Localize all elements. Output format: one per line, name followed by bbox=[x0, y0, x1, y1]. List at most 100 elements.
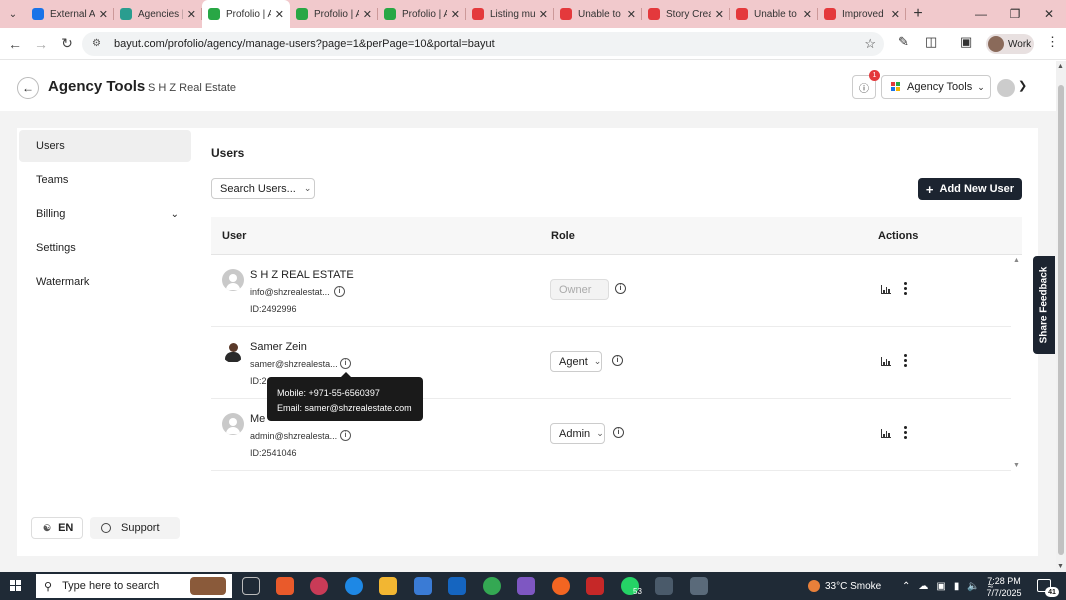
tab-close-icon[interactable]: ✕ bbox=[891, 8, 900, 21]
browser-tab[interactable]: Agencies | ✕ bbox=[114, 0, 202, 28]
bookmark-star-icon[interactable]: ☆ bbox=[864, 36, 876, 52]
share-feedback-button[interactable]: Share Feedback bbox=[1033, 256, 1055, 354]
forward-arrow-icon[interactable]: → bbox=[28, 36, 54, 52]
chrome-window-icon-2[interactable] bbox=[690, 577, 708, 595]
scrollbar-thumb[interactable] bbox=[1058, 85, 1064, 555]
network-icon[interactable]: ▣ bbox=[936, 581, 945, 592]
sidebar-item-teams[interactable]: Teams bbox=[19, 164, 191, 196]
tab-close-icon[interactable]: ✕ bbox=[275, 8, 284, 21]
browser-menu-icon[interactable]: ⋮ bbox=[1046, 34, 1059, 50]
search-highlight-image bbox=[190, 577, 226, 595]
browser-tab[interactable]: Profolio | A ✕ bbox=[378, 0, 466, 28]
volume-icon[interactable]: 🔈 bbox=[967, 581, 979, 592]
brave-app-icon[interactable] bbox=[552, 577, 570, 595]
stats-chart-icon[interactable] bbox=[881, 429, 891, 438]
clock[interactable]: 7:28 PM 7/7/2025 bbox=[983, 575, 1025, 599]
contact-info-icon[interactable]: i bbox=[340, 430, 351, 441]
new-tab-button[interactable]: + bbox=[906, 5, 930, 23]
visual-studio-icon[interactable] bbox=[517, 577, 535, 595]
pen-extension-icon[interactable]: ✎ bbox=[898, 34, 909, 50]
tab-close-icon[interactable]: ✕ bbox=[451, 8, 460, 21]
support-button[interactable]: Support bbox=[90, 517, 180, 539]
role-select[interactable]: Admin ⌄ bbox=[550, 423, 605, 444]
scroll-up-icon[interactable]: ▲ bbox=[1057, 63, 1064, 70]
browser-tab[interactable]: External Ag ✕ bbox=[26, 0, 114, 28]
chevron-up-icon[interactable]: ⌃ bbox=[902, 581, 910, 592]
profile-button[interactable]: Work bbox=[986, 34, 1034, 54]
maximize-icon[interactable]: ❐ bbox=[998, 0, 1032, 28]
tab-favicon-icon bbox=[296, 8, 308, 20]
back-arrow-icon[interactable]: ← bbox=[2, 36, 28, 52]
tab-close-icon[interactable]: ✕ bbox=[715, 8, 724, 21]
language-button[interactable]: ☯ EN bbox=[31, 517, 83, 539]
chrome-profile-app-icon[interactable] bbox=[310, 577, 328, 595]
search-users-dropdown[interactable]: Search Users... ⌄ bbox=[211, 178, 315, 199]
cloud-icon[interactable]: ☁ bbox=[918, 581, 928, 592]
edge-app-icon[interactable] bbox=[345, 577, 363, 595]
powerpoint-app-icon[interactable] bbox=[276, 577, 294, 595]
sidebar-item-watermark[interactable]: Watermark bbox=[19, 266, 191, 298]
tab-close-icon[interactable]: ✕ bbox=[187, 8, 196, 21]
add-new-user-button[interactable]: + Add New User bbox=[918, 178, 1022, 200]
more-actions-icon[interactable] bbox=[903, 282, 907, 297]
outlook-app-icon[interactable] bbox=[448, 577, 466, 595]
share-feedback-label: Share Feedback bbox=[1038, 266, 1050, 344]
column-header-actions: Actions bbox=[878, 230, 919, 242]
extensions-icon[interactable]: ◫ bbox=[925, 34, 937, 50]
browser-tab[interactable]: Unable to ✕ bbox=[554, 0, 642, 28]
more-actions-icon[interactable] bbox=[903, 354, 907, 369]
role-select[interactable]: Agent ⌄ bbox=[550, 351, 603, 372]
sidebar-item-billing[interactable]: Billing ⌄ bbox=[19, 198, 191, 230]
chrome-app-icon[interactable] bbox=[483, 577, 501, 595]
url-field[interactable]: ⚙ bayut.com/profolio/agency/manage-users… bbox=[82, 32, 884, 56]
tab-close-icon[interactable]: ✕ bbox=[99, 8, 108, 21]
more-actions-icon[interactable] bbox=[903, 426, 907, 441]
app-icon[interactable] bbox=[586, 577, 604, 595]
reload-icon[interactable]: ↻ bbox=[54, 35, 80, 52]
taskbar-search-box[interactable]: ⚲ Type here to search bbox=[36, 574, 232, 598]
browser-tab[interactable]: Profolio | A ✕ bbox=[290, 0, 378, 28]
plus-icon: + bbox=[925, 181, 934, 197]
windows-start-button[interactable] bbox=[0, 572, 32, 600]
contact-info-icon[interactable]: i bbox=[340, 358, 351, 369]
agency-tools-dropdown[interactable]: Agency Tools ⌄ bbox=[881, 75, 991, 99]
screen-share-icon[interactable]: ▣ bbox=[960, 34, 972, 50]
site-info-icon[interactable]: ⚙ bbox=[92, 38, 106, 50]
browser-tab[interactable]: Improved ✕ bbox=[818, 0, 906, 28]
weather-widget[interactable]: 33°C Smoke bbox=[808, 572, 881, 600]
contact-info-icon[interactable]: i bbox=[334, 286, 345, 297]
tab-close-icon[interactable]: ✕ bbox=[363, 8, 372, 21]
page-scrollbar[interactable]: ▲ ▼ bbox=[1056, 61, 1066, 572]
browser-tab[interactable]: Listing mu ✕ bbox=[466, 0, 554, 28]
task-view-icon[interactable] bbox=[242, 577, 260, 595]
browser-tab[interactable]: Unable to ✕ bbox=[730, 0, 818, 28]
stats-chart-icon[interactable] bbox=[881, 357, 891, 366]
minimize-icon[interactable]: — bbox=[964, 0, 998, 28]
store-app-icon[interactable] bbox=[414, 577, 432, 595]
scroll-up-icon[interactable]: ▲ bbox=[1013, 257, 1020, 264]
role-info-icon[interactable]: i bbox=[612, 355, 623, 366]
sidebar-item-settings[interactable]: Settings bbox=[19, 232, 191, 264]
user-menu-chevron-icon[interactable]: ❯ bbox=[1018, 79, 1027, 92]
role-info-icon[interactable]: i bbox=[613, 427, 624, 438]
battery-icon[interactable]: ▮ bbox=[954, 581, 960, 592]
tab-close-icon[interactable]: ✕ bbox=[803, 8, 812, 21]
browser-tab[interactable]: Profolio | A ✕ bbox=[202, 0, 290, 28]
stats-chart-icon[interactable] bbox=[881, 285, 891, 294]
tab-close-icon[interactable]: ✕ bbox=[539, 8, 548, 21]
table-scrollbar[interactable]: ▲ ▼ bbox=[1011, 255, 1022, 471]
back-button[interactable]: ← bbox=[17, 77, 39, 99]
tab-favicon-icon bbox=[384, 8, 396, 20]
tab-close-icon[interactable]: ✕ bbox=[627, 8, 636, 21]
sidebar-item-users[interactable]: Users bbox=[19, 130, 191, 162]
role-info-icon[interactable]: i bbox=[615, 283, 626, 294]
browser-tab[interactable]: Story Crea ✕ bbox=[642, 0, 730, 28]
search-users-label: Search Users... bbox=[220, 182, 296, 195]
scroll-down-icon[interactable]: ▼ bbox=[1013, 462, 1020, 469]
tab-search-icon[interactable]: ⌄ bbox=[0, 0, 26, 28]
file-explorer-icon[interactable] bbox=[379, 577, 397, 595]
close-window-icon[interactable]: ✕ bbox=[1032, 0, 1066, 28]
chrome-window-icon[interactable] bbox=[655, 577, 673, 595]
scroll-down-icon[interactable]: ▼ bbox=[1057, 563, 1064, 570]
user-avatar[interactable] bbox=[997, 79, 1015, 97]
